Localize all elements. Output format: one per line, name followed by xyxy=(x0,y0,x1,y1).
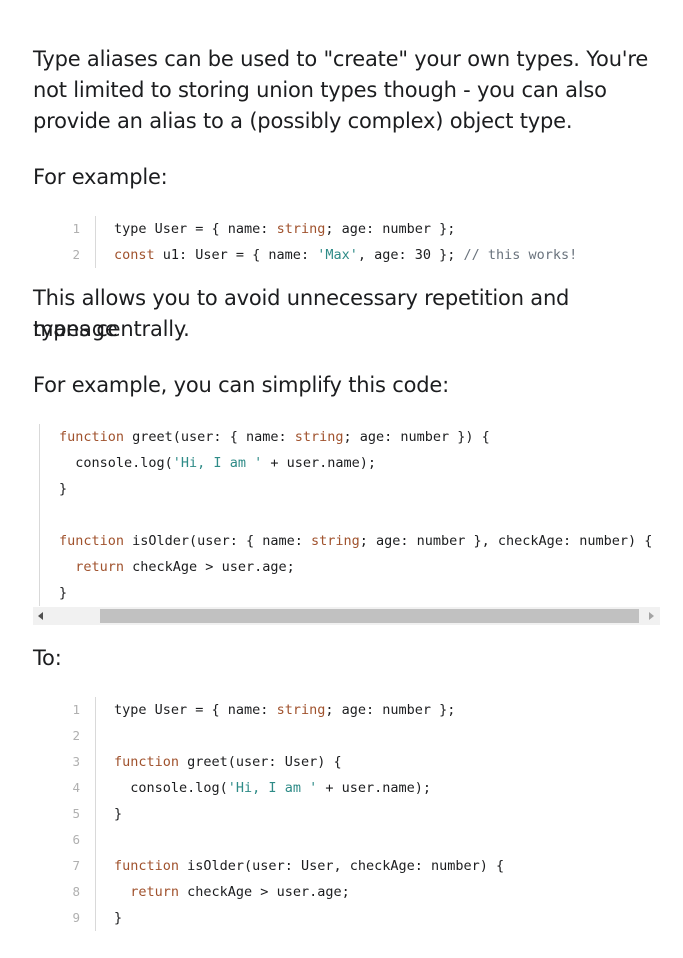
line-number: 2 xyxy=(72,728,80,743)
line-number: 3 xyxy=(72,754,80,769)
code-line: return checkAge > user.age; xyxy=(114,884,350,900)
line-number: 7 xyxy=(72,858,80,873)
line-number: 2 xyxy=(72,247,80,262)
code-line: type User = { name: string; age: number … xyxy=(114,221,456,237)
horizontal-scrollbar[interactable] xyxy=(33,607,660,625)
for-example-heading: For example: xyxy=(33,165,168,189)
line-number: 1 xyxy=(72,702,80,717)
code-line: } xyxy=(59,481,68,497)
to-heading: To: xyxy=(33,646,62,670)
code-line: type User = { name: string; age: number … xyxy=(114,702,456,718)
code-gutter-divider xyxy=(95,697,96,931)
line-number: 1 xyxy=(72,221,80,236)
scroll-right-arrow-icon[interactable] xyxy=(649,612,654,620)
allows-line-2: types centrally. xyxy=(33,317,190,341)
intro-line-2: not limited to storing union types thoug… xyxy=(33,78,607,102)
line-number: 6 xyxy=(72,832,80,847)
scroll-left-arrow-icon[interactable] xyxy=(38,612,43,620)
code-gutter-divider xyxy=(39,424,40,606)
line-number: 5 xyxy=(72,806,80,821)
code-line: } xyxy=(59,585,68,601)
intro-line-3: provide an alias to a (possibly complex)… xyxy=(33,109,573,133)
code-line: function greet(user: { name: string; age… xyxy=(59,429,490,445)
code-line: function isOlder(user: { name: string; a… xyxy=(59,533,653,549)
code-line: const u1: User = { name: 'Max', age: 30 … xyxy=(114,247,578,263)
scrollbar-thumb[interactable] xyxy=(100,609,639,623)
code-line: } xyxy=(114,806,123,822)
code-line: console.log('Hi, I am ' + user.name); xyxy=(114,780,431,796)
simplify-heading: For example, you can simplify this code: xyxy=(33,373,449,397)
code-line: return checkAge > user.age; xyxy=(59,559,295,575)
intro-line-1: Type aliases can be used to "create" you… xyxy=(33,47,649,71)
code-line: function greet(user: User) { xyxy=(114,754,342,770)
line-number: 8 xyxy=(72,884,80,899)
line-number: 4 xyxy=(72,780,80,795)
code-line: } xyxy=(114,910,123,926)
line-number: 9 xyxy=(72,910,80,925)
code-line: function isOlder(user: User, checkAge: n… xyxy=(114,858,505,874)
code-line: console.log('Hi, I am ' + user.name); xyxy=(59,455,376,471)
code-gutter-divider xyxy=(95,216,96,268)
